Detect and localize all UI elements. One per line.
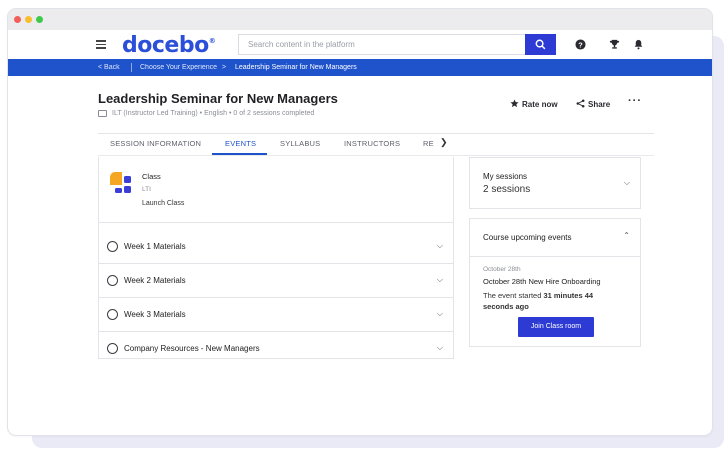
chevron-up-icon[interactable]: ⌃ [623,231,630,240]
list-item[interactable]: Week 1 Materials ⌵ [99,230,453,264]
maximize-window-button[interactable] [36,16,43,23]
rate-now-button[interactable]: Rate now [510,99,558,109]
list-item-label: Week 1 Materials [124,242,186,251]
class-type: LTI [142,186,151,193]
upcoming-events-header[interactable]: Course upcoming events ⌃ [470,219,640,257]
class-logo-icon [110,172,131,193]
share-icon [576,99,585,108]
tabs-scroll-right-icon[interactable]: ❯ [440,137,448,148]
status-circle-icon [107,309,118,320]
launch-class-link[interactable]: Launch Class [142,200,184,207]
tab-syllabus[interactable]: SYLLABUS [280,139,320,148]
upcoming-events-title: Course upcoming events [483,233,572,242]
breadcrumb-separator: > [222,64,227,71]
bell-icon[interactable] [633,39,644,50]
my-sessions-card[interactable]: My sessions 2 sessions ⌵ [469,157,641,209]
share-button[interactable]: Share [576,99,610,109]
chevron-down-icon[interactable]: ⌵ [624,178,630,188]
list-item-label: Week 2 Materials [124,276,186,285]
class-item[interactable]: Class LTI Launch Class [99,157,453,223]
share-label: Share [588,100,611,109]
class-name: Class [142,172,161,181]
list-item[interactable]: Week 3 Materials ⌵ [99,298,453,332]
syllabus-panel: Class LTI Launch Class Week 1 Materials … [98,157,454,359]
breadcrumb-parent-link[interactable]: Choose Your Experience [140,64,217,71]
help-icon[interactable]: ? [575,39,586,50]
search-icon [535,39,546,50]
search-bar[interactable]: Search content in the platform [238,34,556,55]
back-link[interactable]: < Back [98,64,120,71]
menu-icon[interactable] [96,40,106,49]
top-navigation: docebo® Search content in the platform ? [8,30,712,59]
event-date: October 28th [483,266,521,273]
tab-events[interactable]: EVENTS [225,139,256,148]
breadcrumb-current: Leadership Seminar for New Managers [235,64,357,71]
browser-window: docebo® Search content in the platform ?… [7,8,713,436]
upcoming-events-card: Course upcoming events ⌃ October 28th Oc… [469,218,641,347]
rate-now-label: Rate now [522,100,558,109]
window-titlebar [8,9,712,30]
svg-text:?: ? [578,40,583,49]
search-input[interactable]: Search content in the platform [248,40,355,49]
chevron-down-icon[interactable]: ⌵ [437,241,443,251]
search-button[interactable] [525,34,556,55]
event-status: The event started 31 minutes 44 seconds a… [483,291,594,311]
docebo-logo[interactable]: docebo® [122,33,216,58]
list-item-label: Company Resources - New Managers [124,344,260,353]
more-options-button[interactable]: ··· [628,95,642,107]
breadcrumb: < Back Choose Your Experience > Leadersh… [8,59,712,76]
tab-resources[interactable]: RE [423,139,434,148]
tabs-divider [98,155,654,156]
list-item[interactable]: Week 2 Materials ⌵ [99,264,453,298]
page-title: Leadership Seminar for New Managers [98,91,338,106]
my-sessions-title: My sessions [483,172,528,181]
tab-instructors[interactable]: INSTRUCTORS [344,139,400,148]
course-meta: ILT (Instructor Led Training) • English … [112,110,315,117]
event-name: October 28th New Hire Onboarding [483,277,601,286]
header-divider [98,133,654,134]
sessions-count: 2 sessions [483,184,531,195]
chevron-down-icon[interactable]: ⌵ [437,343,443,353]
list-item-label: Week 3 Materials [124,310,186,319]
ilt-icon [98,110,107,117]
chevron-down-icon[interactable]: ⌵ [437,275,443,285]
join-classroom-button[interactable]: Join Class room [518,317,594,337]
status-circle-icon [107,275,118,286]
list-item[interactable]: Company Resources - New Managers ⌵ [99,332,453,366]
tab-session-information[interactable]: SESSION INFORMATION [110,139,201,148]
status-circle-icon [107,343,118,354]
close-window-button[interactable] [14,16,21,23]
trophy-icon[interactable] [609,39,620,50]
minimize-window-button[interactable] [25,16,32,23]
status-circle-icon [107,241,118,252]
star-icon [510,99,519,108]
breadcrumb-divider [131,63,132,72]
chevron-down-icon[interactable]: ⌵ [437,309,443,319]
